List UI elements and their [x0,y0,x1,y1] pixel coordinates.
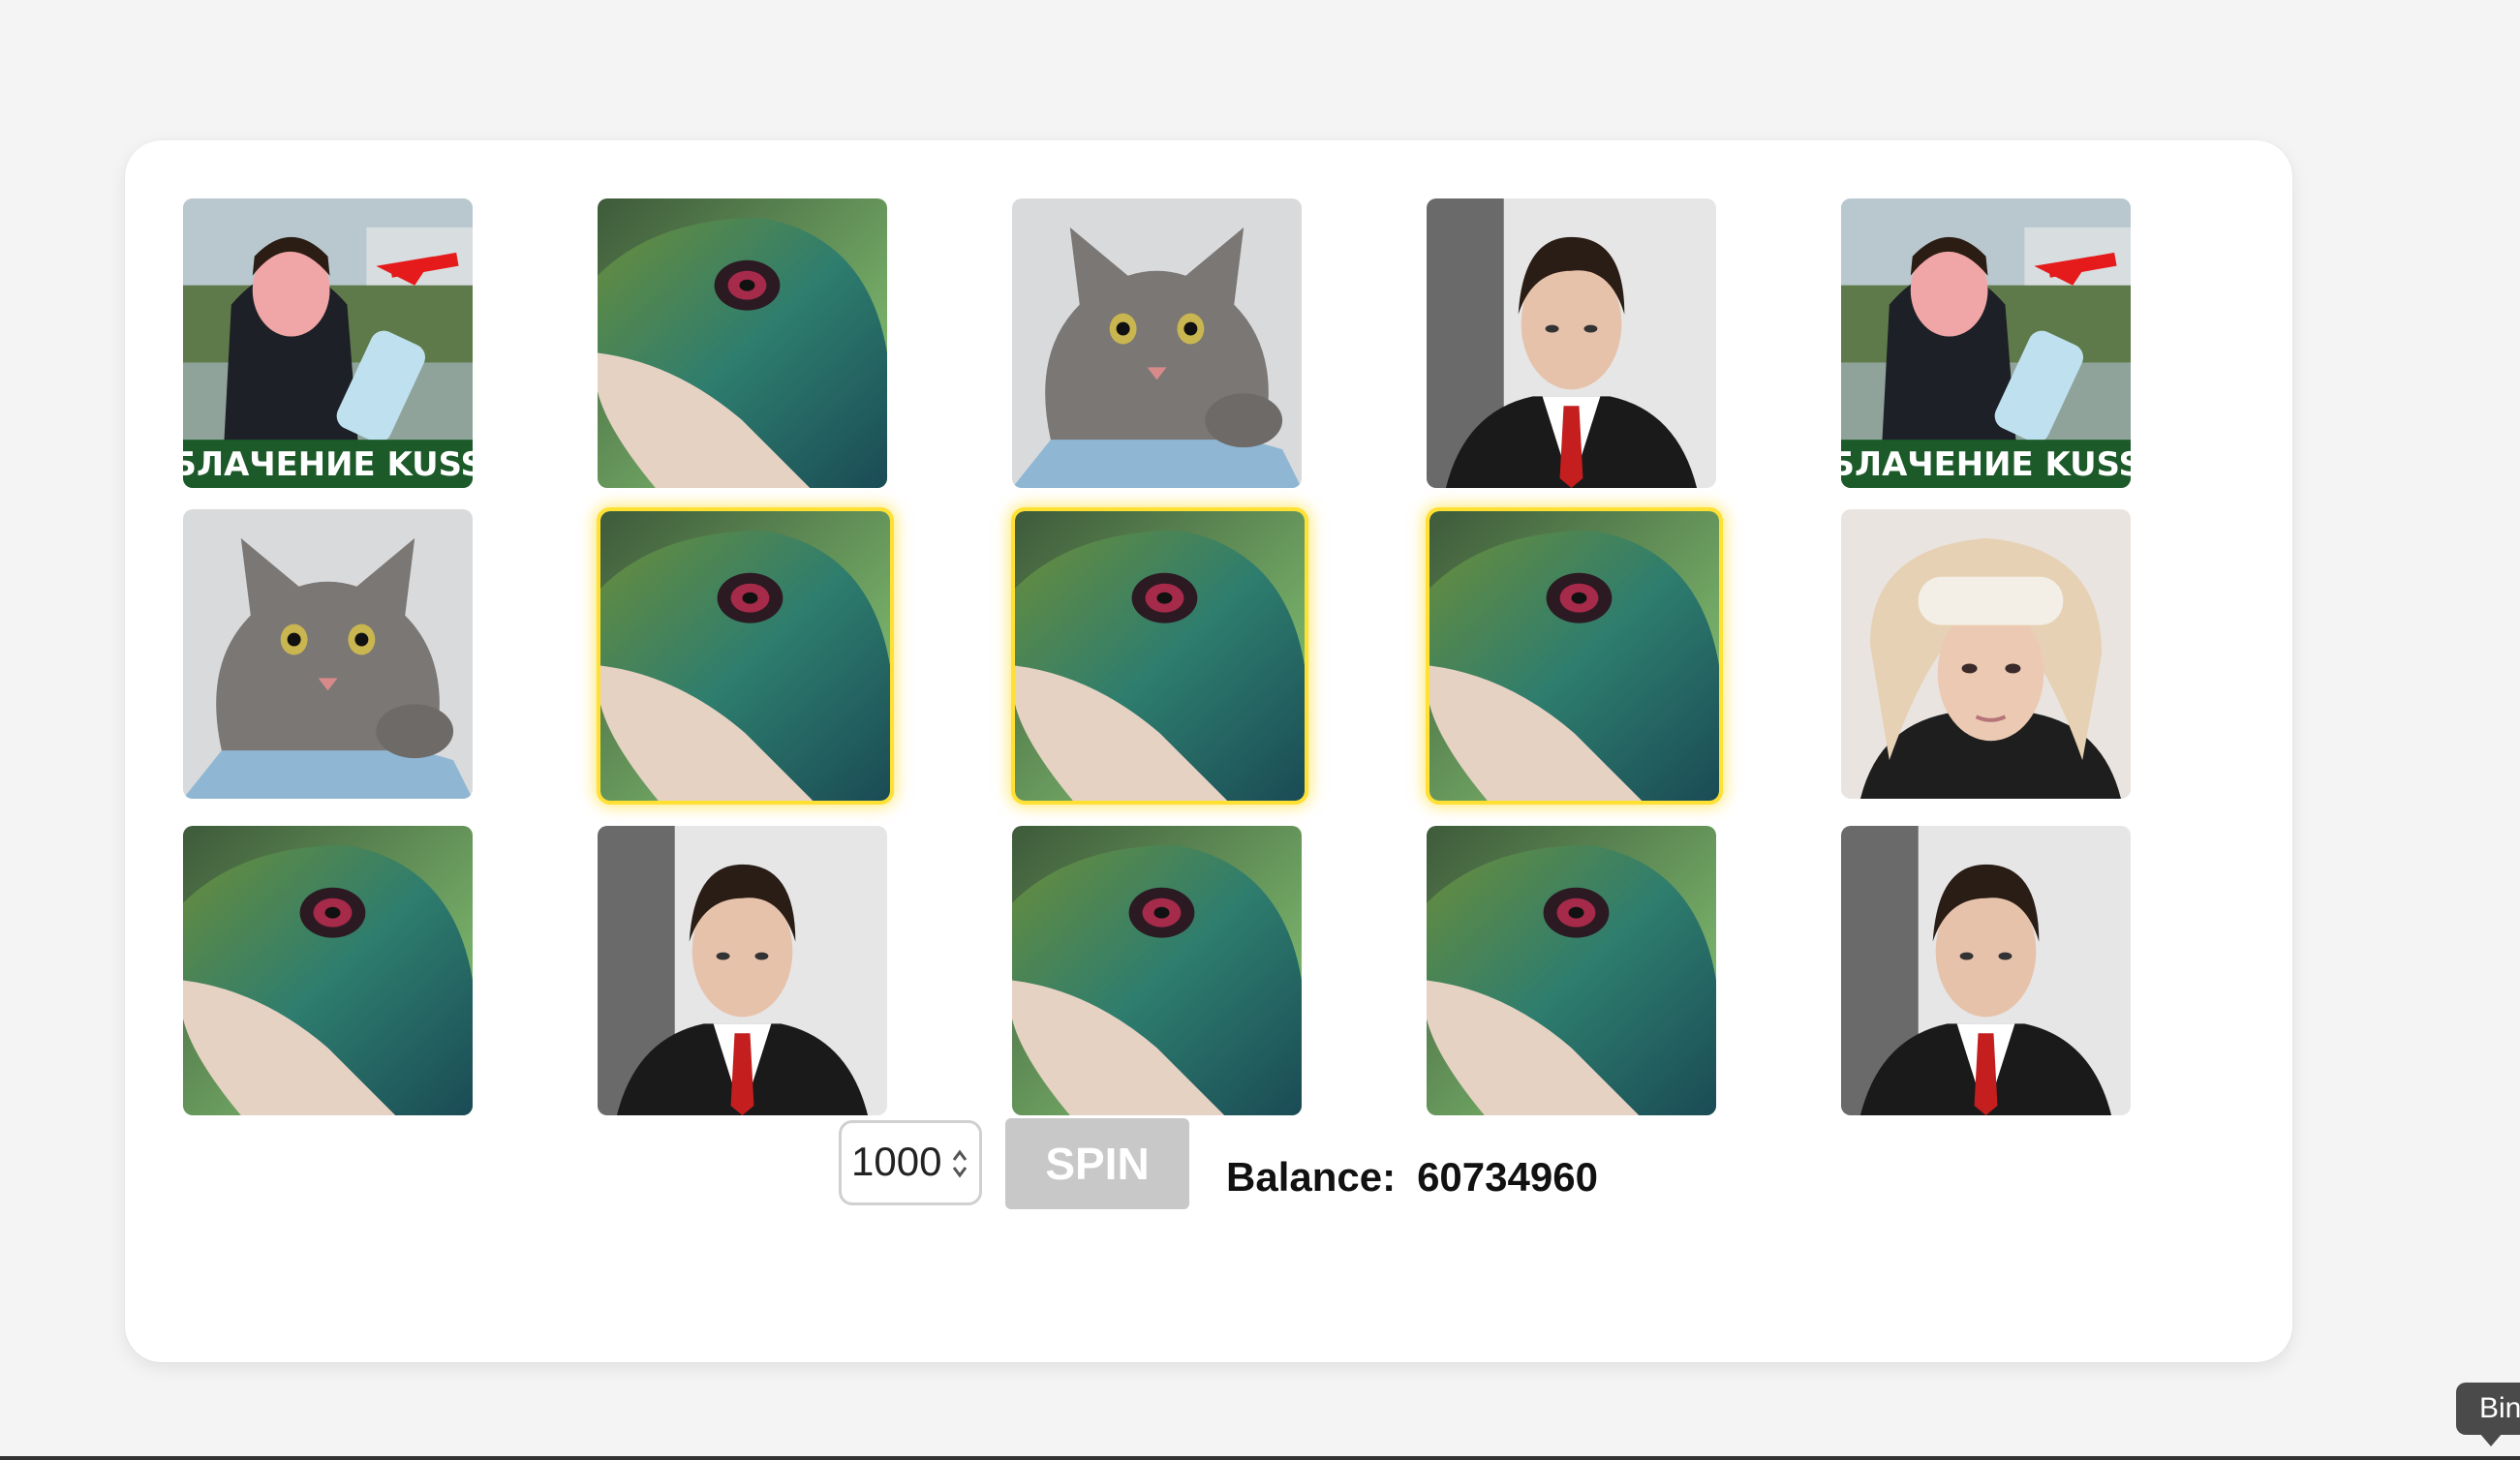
number-spinner-icon[interactable] [950,1144,969,1183]
slot-tile-lizard [183,826,473,1115]
slot-tile-headband-guy [1841,509,2131,799]
slot-tile-lizard-winning [1011,507,1308,805]
slot-tile-lizard [1427,826,1716,1115]
slot-tile-man-in-suit [1427,198,1716,488]
headband-guy-image [1841,509,2131,799]
balance-display: Balance: 60734960 [1226,1154,1598,1201]
bet-amount-input[interactable]: 1000 [839,1120,982,1205]
slot-tile-lizard [598,198,887,488]
lizard-image [1012,826,1302,1115]
kuss-poster-image: БЛАЧЕНИЕ KUSS [1841,198,2131,488]
slot-tile-man-in-suit [598,826,887,1115]
balance-label: Balance: [1226,1154,1397,1200]
man-in-suit-image [1427,198,1716,488]
tooltip-arrow [2479,1433,2503,1446]
lizard-image [600,511,890,801]
man-in-suit-image [598,826,887,1115]
balance-value: 60734960 [1417,1154,1598,1200]
cat-image [1012,198,1302,488]
lizard-image [598,198,887,488]
slot-tile-lizard [1012,826,1302,1115]
tooltip: Bin [2456,1383,2520,1435]
lizard-image [183,826,473,1115]
poster-caption: БЛАЧЕНИЕ KUSS [183,445,473,483]
lizard-image [1427,826,1716,1115]
slot-tile-lizard-winning [597,507,894,805]
slot-tile-kuss-poster: БЛАЧЕНИЕ KUSS [1841,198,2131,488]
slot-tile-cat [183,509,473,799]
poster-caption: БЛАЧЕНИЕ KUSS [1841,445,2131,483]
slot-tile-lizard-winning [1426,507,1723,805]
lizard-image [1429,511,1719,801]
spin-button[interactable]: SPIN [1005,1118,1189,1209]
bet-amount-value: 1000 [851,1139,942,1184]
cat-image [183,509,473,799]
slot-tile-cat [1012,198,1302,488]
slot-tile-man-in-suit [1841,826,2131,1115]
window-bottom-edge [0,1456,2520,1460]
tooltip-text: Bin [2479,1392,2520,1424]
slot-tile-kuss-poster: БЛАЧЕНИЕ KUSS [183,198,473,488]
man-in-suit-image [1841,826,2131,1115]
lizard-image [1015,511,1305,801]
kuss-poster-image: БЛАЧЕНИЕ KUSS [183,198,473,488]
